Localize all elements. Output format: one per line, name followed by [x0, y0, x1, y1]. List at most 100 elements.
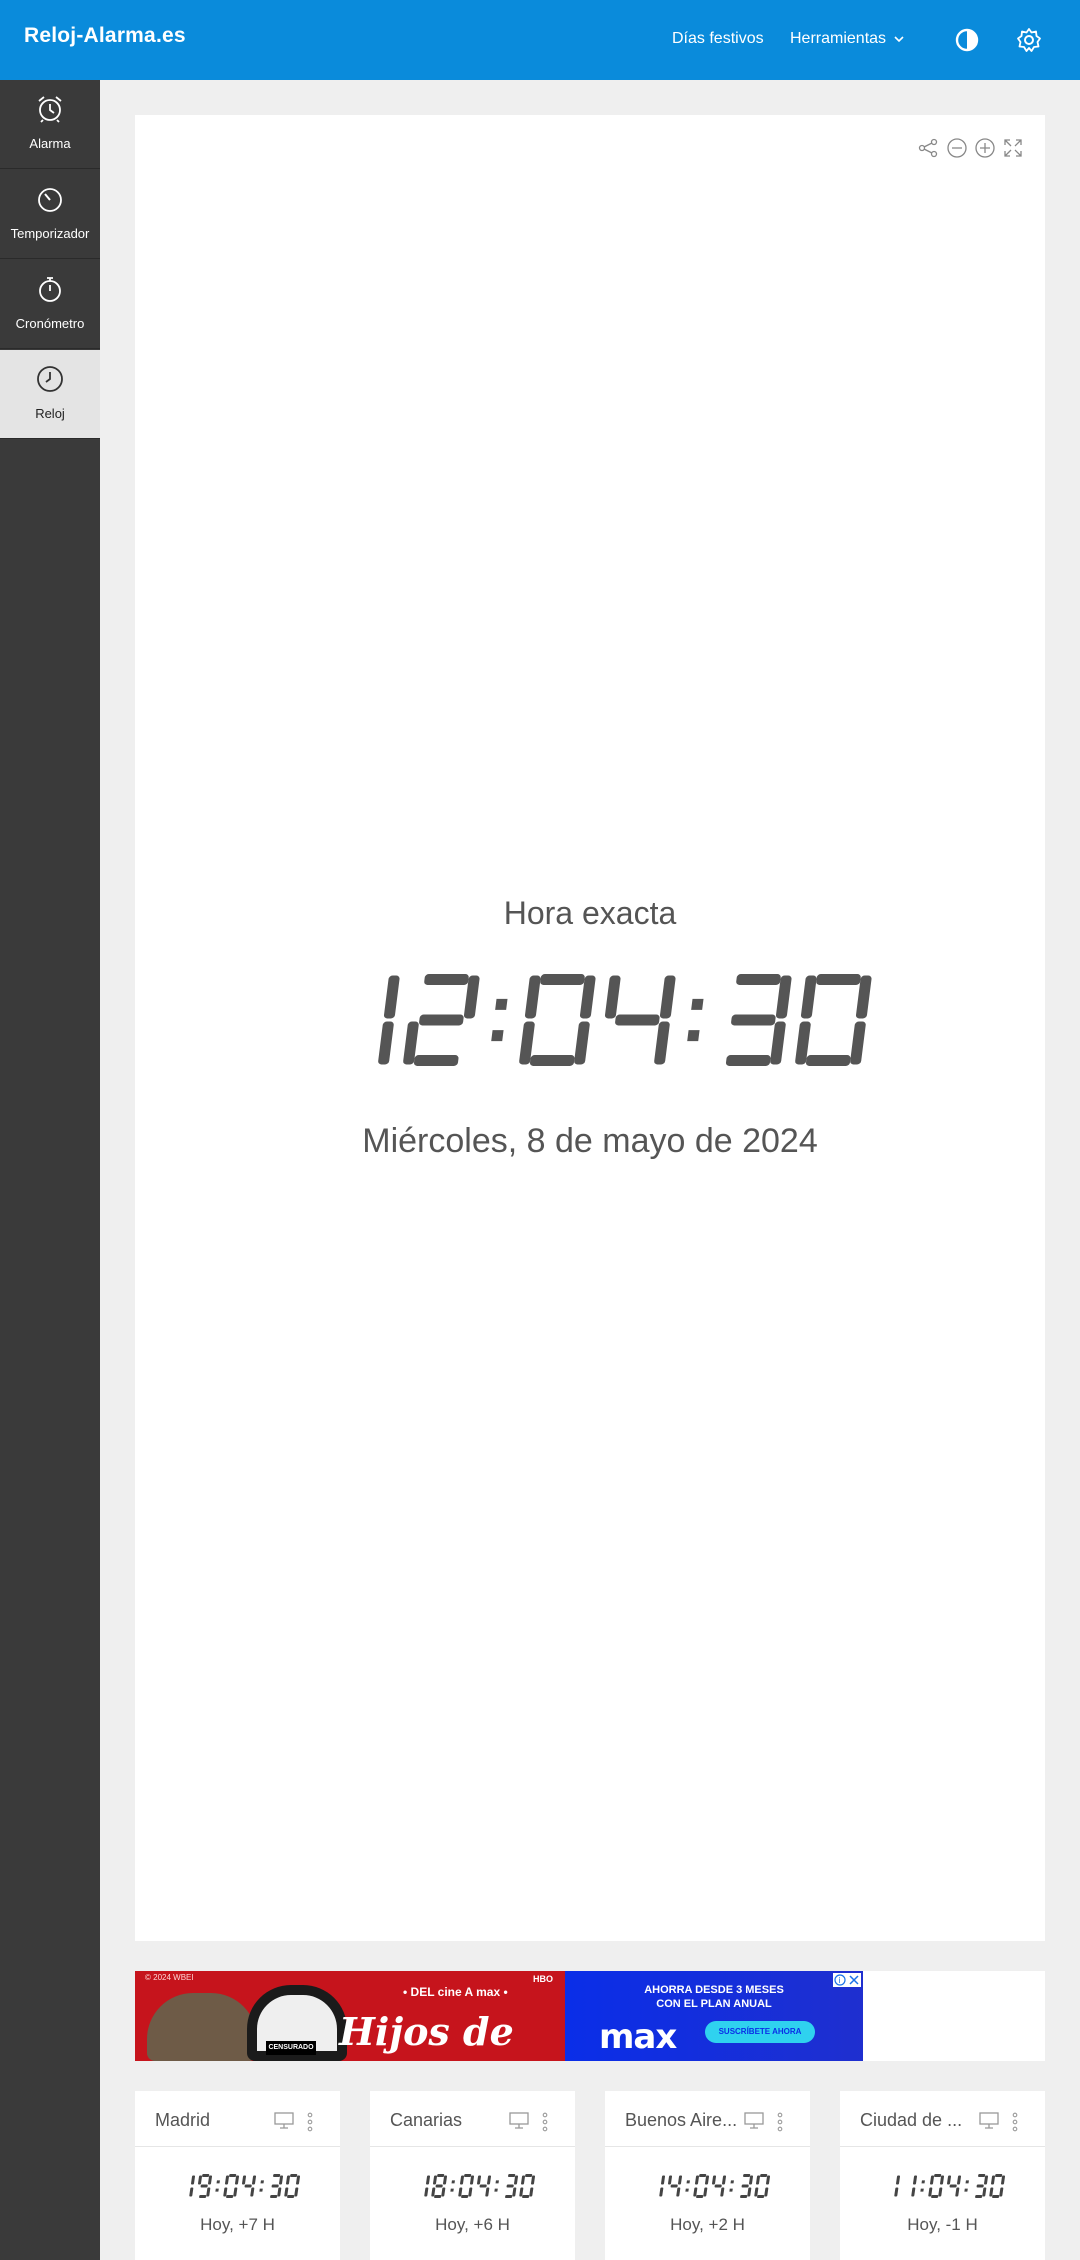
monitor-icon[interactable]: [743, 2111, 765, 2131]
city-time-display: [659, 2174, 771, 2198]
monitor-icon[interactable]: [508, 2111, 530, 2131]
site-logo[interactable]: Reloj-Alarma.es: [24, 24, 186, 48]
city-clock-card[interactable]: Madrid Hoy, +7 H: [135, 2091, 340, 2260]
ad-container: © 2024 WBEI HBO CENSURADO • DEL cine A m…: [135, 1971, 1045, 2061]
nav-herramientas[interactable]: Herramientas: [790, 30, 906, 48]
ad-close-icon[interactable]: i: [833, 1973, 861, 1987]
ad-brand-line: • DEL cine A max •: [403, 1985, 508, 1999]
clock-digit-segment: [766, 2175, 771, 2185]
clock-digit-segment: [433, 2175, 438, 2185]
city-clock-card[interactable]: Canarias Hoy, +6 H: [370, 2091, 575, 2260]
ad-right-panel: AHORRA DESDE 3 MESES CON EL PLAN ANUAL m…: [565, 1971, 863, 2061]
contrast-icon[interactable]: [953, 26, 981, 54]
clock-digit-segment: [696, 2195, 704, 2198]
clock-digit-segment: [574, 1021, 590, 1065]
nav-herramientas-label: Herramientas: [790, 30, 887, 47]
sidebar-item-cronometro[interactable]: Cronómetro: [0, 260, 100, 349]
clock-digit-segment: [764, 2187, 769, 2197]
clock-digit-segment: [1001, 2175, 1006, 2185]
clock-digit-segment: [284, 2187, 289, 2197]
clock-digit-segment: [894, 2187, 899, 2197]
clock-digit-segment: [191, 2175, 196, 2185]
ad-hbo-logo: HBO: [533, 1974, 553, 1984]
clock-digit-segment: [678, 2175, 683, 2185]
city-time-offset: Hoy, +6 H: [435, 2215, 510, 2234]
fullscreen-icon[interactable]: [1002, 137, 1024, 159]
clock-digit-segment: [290, 2174, 298, 2177]
clock-digit-segment: [294, 2187, 299, 2197]
clock-colon-dot: [259, 2188, 263, 2192]
top-bar: Reloj-Alarma.es Días festivos Herramient…: [0, 0, 1080, 80]
city-name: Ciudad de ...: [860, 2110, 963, 2130]
city-card-header: Ciudad de ...: [840, 2091, 1045, 2147]
more-options-icon[interactable]: [541, 2111, 549, 2133]
clock-digit-segment: [235, 2175, 240, 2185]
clock-colon-dot: [730, 2180, 734, 2184]
clock-digit-segment: [487, 2175, 492, 2185]
clock-digit-segment: [279, 2175, 284, 2185]
zoom-in-icon[interactable]: [974, 137, 996, 159]
clock-digit-segment: [419, 1014, 464, 1026]
clock-digit-segment: [992, 2195, 1000, 2198]
sidebar-item-alarma[interactable]: Alarma: [0, 80, 100, 169]
clock-digit-segment: [615, 1014, 660, 1026]
stopwatch-icon: [39, 277, 61, 302]
clock-date: Miércoles, 8 de mayo de 2024: [362, 1122, 818, 1160]
clock-digit-segment: [383, 975, 400, 1019]
clock-digit-segment: [989, 2187, 994, 2197]
clock-digit-segment: [705, 2175, 710, 2185]
sidebar-item-temporizador[interactable]: Temporizador: [0, 170, 100, 259]
clock-colon-dot: [729, 2188, 733, 2192]
clock-digit-segment: [435, 2184, 443, 2188]
ad-cta-button[interactable]: SUSCRÍBETE AHORA: [705, 2021, 815, 2043]
clock-digit-segment: [378, 1021, 394, 1065]
clock-digit-segment: [816, 974, 861, 985]
clock-digit-segment: [426, 2175, 431, 2185]
nav-dias-festivos[interactable]: Días festivos: [672, 30, 764, 48]
clock-digit-segment: [437, 2174, 445, 2177]
clock-colon-dot: [215, 2188, 219, 2192]
sidebar-item-reloj[interactable]: Reloj: [0, 350, 100, 439]
clock-digit-segment: [244, 2184, 252, 2188]
clock-digit-segment: [252, 2175, 257, 2185]
clock-digit-segment: [984, 2175, 989, 2185]
ad-banner[interactable]: © 2024 WBEI HBO CENSURADO • DEL cine A m…: [135, 1971, 863, 2061]
city-clock-card[interactable]: Ciudad de ... Hoy, -1 H: [840, 2091, 1045, 2260]
more-options-icon[interactable]: [776, 2111, 784, 2133]
clock-colon-dot: [964, 2188, 968, 2192]
city-clock-card[interactable]: Buenos Aire... Hoy, +2 H: [605, 2091, 810, 2260]
clock-digit-segment: [934, 2174, 942, 2177]
ad-dog-image: [147, 1993, 257, 2061]
clock-digit-segment: [485, 2187, 490, 2197]
monitor-icon[interactable]: [273, 2111, 295, 2131]
clock-digit-segment: [982, 2187, 987, 2197]
clock-digit-segment: [525, 2174, 533, 2177]
clock-colon-dot: [495, 998, 508, 1010]
clock-digit-segment: [805, 1055, 851, 1066]
clock-digit-segment: [676, 2187, 681, 2197]
clock-colon-dot: [687, 1030, 700, 1042]
clock-digit-segment: [720, 2187, 725, 2197]
clock-digit-segment: [424, 2187, 429, 2197]
more-options-icon[interactable]: [306, 2111, 314, 2133]
share-icon[interactable]: [917, 137, 939, 159]
clock-colon-dot: [491, 1030, 504, 1042]
clock-colon-dot: [920, 2188, 924, 2192]
gear-icon[interactable]: [1015, 26, 1043, 54]
clock-digit-segment: [461, 2195, 469, 2198]
clock-panel: Hora exacta Miércoles, 8 de mayo de 2024: [135, 115, 1045, 1941]
clock-digit-segment: [741, 2184, 749, 2188]
city-card-header: Buenos Aire...: [605, 2091, 810, 2147]
ad-copyright: © 2024 WBEI: [145, 1973, 194, 1982]
clock-digit-segment: [850, 1021, 866, 1065]
clock-digit-segment: [999, 2187, 1004, 2197]
clock-digit-segment: [949, 2184, 957, 2188]
main-clock-display: [378, 974, 872, 1066]
monitor-icon[interactable]: [978, 2111, 1000, 2131]
clock-digit-segment: [659, 975, 676, 1019]
clock-digit-segment: [514, 2175, 519, 2185]
clock-digit-segment: [242, 2175, 247, 2185]
clock-digit-segment: [693, 2187, 698, 2197]
more-options-icon[interactable]: [1011, 2111, 1019, 2133]
zoom-out-icon[interactable]: [946, 137, 968, 159]
